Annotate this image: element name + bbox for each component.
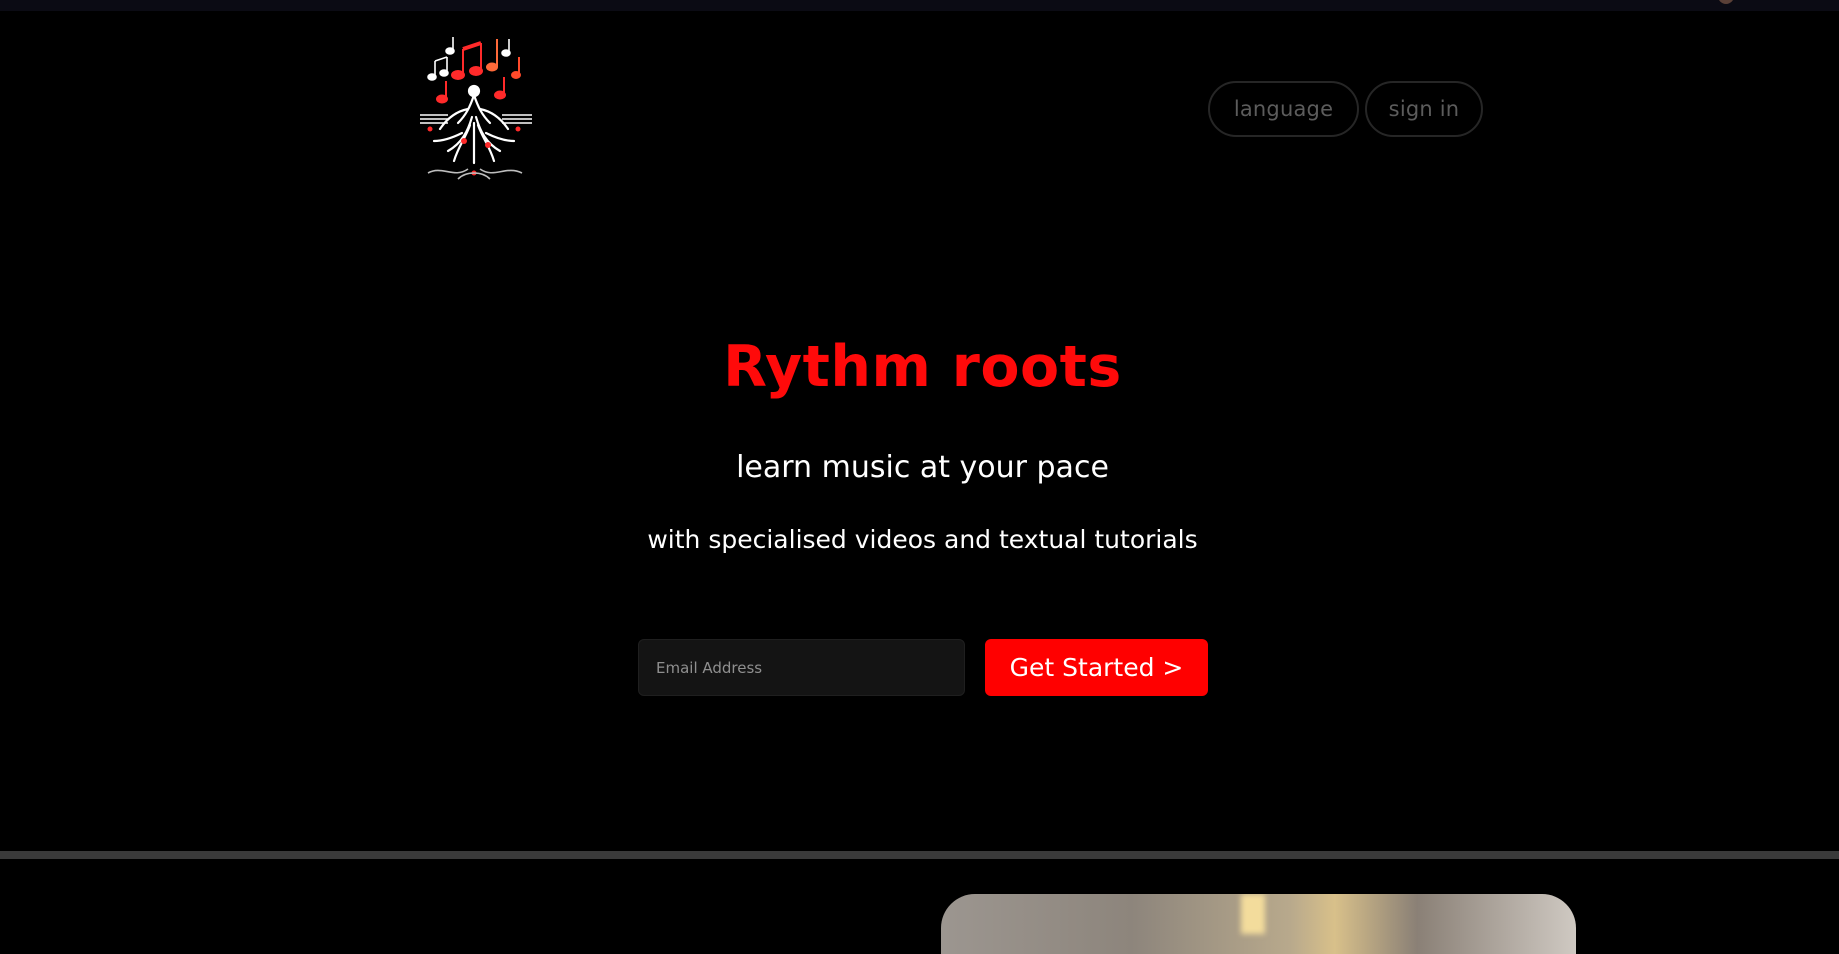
top-strip — [0, 0, 1839, 11]
preview-image-highlight — [1241, 894, 1265, 934]
email-field[interactable] — [638, 639, 965, 696]
hero-tagline: with specialised videos and textual tuto… — [647, 525, 1198, 554]
hero-subtitle: learn music at your pace — [736, 450, 1109, 485]
preview-image — [941, 894, 1576, 954]
language-button[interactable]: language — [1208, 81, 1359, 137]
section-divider — [0, 851, 1839, 859]
get-started-button[interactable]: Get Started > — [985, 639, 1208, 696]
music-tree-logo-icon[interactable] — [418, 33, 534, 183]
hero-title: Rythm roots — [723, 334, 1122, 400]
sign-in-button[interactable]: sign in — [1365, 81, 1483, 137]
